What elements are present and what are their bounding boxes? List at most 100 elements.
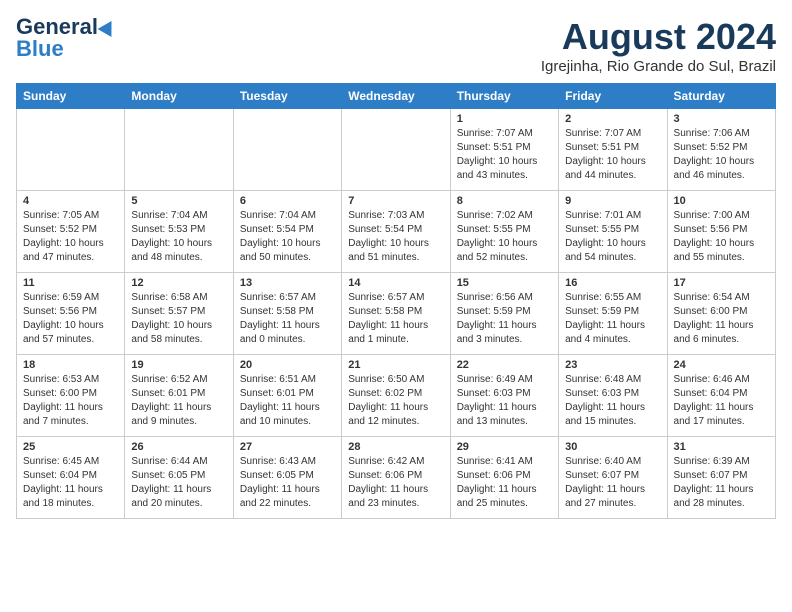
- day-number: 17: [674, 277, 769, 289]
- cell-info-line: Sunset: 6:03 PM: [565, 387, 660, 401]
- calendar-cell: 7Sunrise: 7:03 AMSunset: 5:54 PMDaylight…: [342, 191, 450, 273]
- day-number: 3: [674, 113, 769, 125]
- cell-info-line: Sunrise: 6:52 AM: [131, 373, 226, 387]
- cell-info-line: Daylight: 10 hours: [348, 237, 443, 251]
- cell-info-line: Sunrise: 6:43 AM: [240, 455, 335, 469]
- calendar-cell: 10Sunrise: 7:00 AMSunset: 5:56 PMDayligh…: [667, 191, 775, 273]
- calendar-cell: 11Sunrise: 6:59 AMSunset: 5:56 PMDayligh…: [17, 273, 125, 355]
- cell-info-line: and 43 minutes.: [457, 169, 552, 183]
- cell-info-line: and 17 minutes.: [674, 415, 769, 429]
- cell-info-line: Daylight: 11 hours: [131, 483, 226, 497]
- cell-info-line: and 28 minutes.: [674, 497, 769, 511]
- cell-info-line: Daylight: 11 hours: [23, 483, 118, 497]
- cell-info-line: Sunset: 6:02 PM: [348, 387, 443, 401]
- cell-info-line: Sunrise: 6:49 AM: [457, 373, 552, 387]
- cell-info-line: Sunrise: 7:04 AM: [131, 209, 226, 223]
- cell-info-line: Daylight: 10 hours: [457, 237, 552, 251]
- cell-info-line: and 25 minutes.: [457, 497, 552, 511]
- day-number: 31: [674, 441, 769, 453]
- cell-info-line: Sunrise: 6:59 AM: [23, 291, 118, 305]
- day-number: 11: [23, 277, 118, 289]
- calendar-cell: 22Sunrise: 6:49 AMSunset: 6:03 PMDayligh…: [450, 355, 558, 437]
- cell-info-line: and 18 minutes.: [23, 497, 118, 511]
- cell-info-line: Sunset: 6:07 PM: [674, 469, 769, 483]
- cell-info-line: Daylight: 11 hours: [457, 319, 552, 333]
- calendar-cell: 25Sunrise: 6:45 AMSunset: 6:04 PMDayligh…: [17, 437, 125, 519]
- day-number: 28: [348, 441, 443, 453]
- cell-info-line: Daylight: 11 hours: [565, 319, 660, 333]
- calendar-cell: 5Sunrise: 7:04 AMSunset: 5:53 PMDaylight…: [125, 191, 233, 273]
- calendar-cell: 30Sunrise: 6:40 AMSunset: 6:07 PMDayligh…: [559, 437, 667, 519]
- cell-info-line: and 20 minutes.: [131, 497, 226, 511]
- cell-info-line: Sunrise: 6:44 AM: [131, 455, 226, 469]
- day-header-sunday: Sunday: [17, 84, 125, 109]
- cell-info-line: Daylight: 11 hours: [565, 401, 660, 415]
- cell-info-line: Daylight: 10 hours: [131, 319, 226, 333]
- cell-info-line: Daylight: 11 hours: [23, 401, 118, 415]
- cell-info-line: and 46 minutes.: [674, 169, 769, 183]
- day-number: 16: [565, 277, 660, 289]
- day-number: 20: [240, 359, 335, 371]
- cell-info-line: and 6 minutes.: [674, 333, 769, 347]
- calendar-cell: 20Sunrise: 6:51 AMSunset: 6:01 PMDayligh…: [233, 355, 341, 437]
- cell-info-line: Sunrise: 6:53 AM: [23, 373, 118, 387]
- day-number: 24: [674, 359, 769, 371]
- cell-info-line: Sunrise: 6:40 AM: [565, 455, 660, 469]
- cell-info-line: Daylight: 10 hours: [565, 155, 660, 169]
- calendar-cell: 1Sunrise: 7:07 AMSunset: 5:51 PMDaylight…: [450, 109, 558, 191]
- day-number: 14: [348, 277, 443, 289]
- cell-info-line: Daylight: 10 hours: [565, 237, 660, 251]
- cell-info-line: Sunset: 5:58 PM: [348, 305, 443, 319]
- cell-info-line: and 15 minutes.: [565, 415, 660, 429]
- day-number: 2: [565, 113, 660, 125]
- day-number: 1: [457, 113, 552, 125]
- day-header-thursday: Thursday: [450, 84, 558, 109]
- cell-info-line: Sunrise: 7:03 AM: [348, 209, 443, 223]
- cell-info-line: Daylight: 10 hours: [457, 155, 552, 169]
- cell-info-line: Sunset: 6:03 PM: [457, 387, 552, 401]
- day-header-tuesday: Tuesday: [233, 84, 341, 109]
- calendar-cell: 4Sunrise: 7:05 AMSunset: 5:52 PMDaylight…: [17, 191, 125, 273]
- calendar-cell: [342, 109, 450, 191]
- cell-info-line: Daylight: 11 hours: [674, 483, 769, 497]
- cell-info-line: Sunrise: 6:39 AM: [674, 455, 769, 469]
- logo-general: General: [16, 16, 98, 38]
- cell-info-line: Sunset: 5:53 PM: [131, 223, 226, 237]
- cell-info-line: Sunrise: 7:01 AM: [565, 209, 660, 223]
- cell-info-line: Sunset: 5:54 PM: [240, 223, 335, 237]
- cell-info-line: Sunrise: 6:57 AM: [240, 291, 335, 305]
- cell-info-line: Sunset: 5:54 PM: [348, 223, 443, 237]
- calendar-cell: 19Sunrise: 6:52 AMSunset: 6:01 PMDayligh…: [125, 355, 233, 437]
- cell-info-line: Sunset: 6:06 PM: [348, 469, 443, 483]
- cell-info-line: Sunset: 6:06 PM: [457, 469, 552, 483]
- cell-info-line: Sunrise: 7:07 AM: [565, 127, 660, 141]
- day-number: 27: [240, 441, 335, 453]
- cell-info-line: Daylight: 10 hours: [23, 319, 118, 333]
- cell-info-line: Sunset: 5:55 PM: [457, 223, 552, 237]
- cell-info-line: and 58 minutes.: [131, 333, 226, 347]
- calendar-cell: 16Sunrise: 6:55 AMSunset: 5:59 PMDayligh…: [559, 273, 667, 355]
- day-number: 30: [565, 441, 660, 453]
- week-row-3: 11Sunrise: 6:59 AMSunset: 5:56 PMDayligh…: [17, 273, 776, 355]
- calendar-cell: 13Sunrise: 6:57 AMSunset: 5:58 PMDayligh…: [233, 273, 341, 355]
- cell-info-line: Sunset: 6:04 PM: [23, 469, 118, 483]
- cell-info-line: Sunset: 5:55 PM: [565, 223, 660, 237]
- cell-info-line: Sunrise: 6:46 AM: [674, 373, 769, 387]
- cell-info-line: and 55 minutes.: [674, 251, 769, 265]
- cell-info-line: Sunset: 5:52 PM: [23, 223, 118, 237]
- cell-info-line: Sunset: 6:01 PM: [131, 387, 226, 401]
- calendar-cell: 9Sunrise: 7:01 AMSunset: 5:55 PMDaylight…: [559, 191, 667, 273]
- day-number: 23: [565, 359, 660, 371]
- cell-info-line: Sunset: 6:04 PM: [674, 387, 769, 401]
- cell-info-line: Sunrise: 7:05 AM: [23, 209, 118, 223]
- day-number: 8: [457, 195, 552, 207]
- day-number: 26: [131, 441, 226, 453]
- cell-info-line: Sunset: 5:56 PM: [674, 223, 769, 237]
- cell-info-line: Sunrise: 6:55 AM: [565, 291, 660, 305]
- cell-info-line: and 48 minutes.: [131, 251, 226, 265]
- cell-info-line: and 44 minutes.: [565, 169, 660, 183]
- day-number: 18: [23, 359, 118, 371]
- cell-info-line: Sunset: 5:59 PM: [457, 305, 552, 319]
- logo: General Blue: [16, 16, 116, 60]
- calendar-cell: 18Sunrise: 6:53 AMSunset: 6:00 PMDayligh…: [17, 355, 125, 437]
